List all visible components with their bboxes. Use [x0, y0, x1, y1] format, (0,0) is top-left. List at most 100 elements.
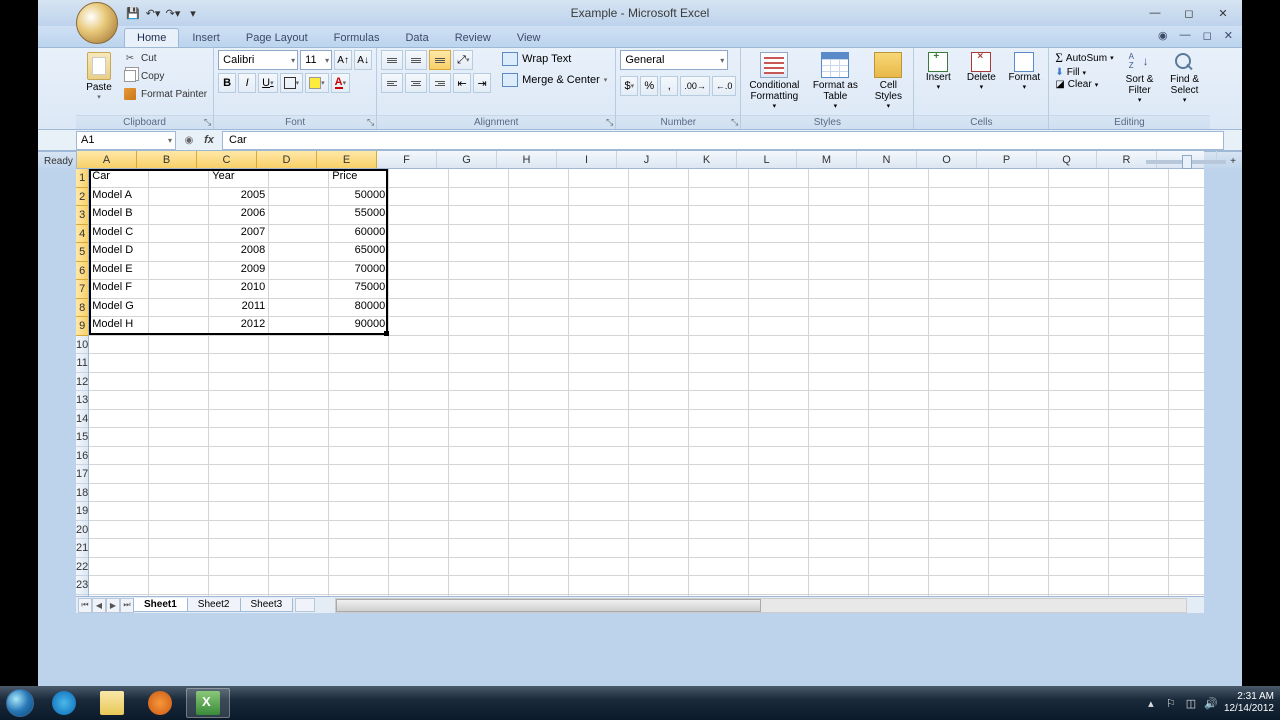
column-header-G[interactable]: G — [437, 151, 497, 168]
cell-E15[interactable] — [329, 428, 389, 447]
sheet-last-button[interactable]: ⏭ — [120, 598, 134, 613]
cell-F21[interactable] — [389, 539, 449, 558]
cell-O4[interactable] — [929, 225, 989, 244]
cell-B7[interactable] — [149, 280, 209, 299]
cell-B10[interactable] — [149, 336, 209, 355]
cell-R20[interactable] — [1109, 521, 1169, 540]
cell-Q5[interactable] — [1049, 243, 1109, 262]
cell-E13[interactable] — [329, 391, 389, 410]
row-header-17[interactable]: 17 — [76, 465, 88, 484]
cell-I19[interactable] — [569, 502, 629, 521]
cell-O7[interactable] — [929, 280, 989, 299]
cell-R14[interactable] — [1109, 410, 1169, 429]
cell-Q22[interactable] — [1049, 558, 1109, 577]
cell-Q23[interactable] — [1049, 576, 1109, 595]
cell-D8[interactable] — [269, 299, 329, 318]
cell-Q3[interactable] — [1049, 206, 1109, 225]
font-launcher-icon[interactable]: ⤡ — [367, 117, 374, 128]
cell-J13[interactable] — [629, 391, 689, 410]
cell-P3[interactable] — [989, 206, 1049, 225]
cell-F11[interactable] — [389, 354, 449, 373]
cell-R8[interactable] — [1109, 299, 1169, 318]
cell-N7[interactable] — [869, 280, 929, 299]
cell-G12[interactable] — [449, 373, 509, 392]
cell-K14[interactable] — [689, 410, 749, 429]
cell-D13[interactable] — [269, 391, 329, 410]
cell-H22[interactable] — [509, 558, 569, 577]
cell-H1[interactable] — [509, 169, 569, 188]
cell-N3[interactable] — [869, 206, 929, 225]
cell-J1[interactable] — [629, 169, 689, 188]
fill-color-button[interactable] — [305, 73, 329, 93]
cell-L14[interactable] — [749, 410, 809, 429]
cell-F13[interactable] — [389, 391, 449, 410]
orientation-button[interactable]: ⤢ — [453, 50, 473, 70]
cell-G11[interactable] — [449, 354, 509, 373]
cell-M5[interactable] — [809, 243, 869, 262]
row-header-14[interactable]: 14 — [76, 410, 88, 429]
cell-S17[interactable] — [1169, 465, 1204, 484]
sheet-tab-3[interactable]: Sheet3 — [240, 598, 294, 612]
cell-N1[interactable] — [869, 169, 929, 188]
row-header-19[interactable]: 19 — [76, 502, 88, 521]
cell-C22[interactable] — [209, 558, 269, 577]
cell-M4[interactable] — [809, 225, 869, 244]
shrink-font-button[interactable]: A↓ — [354, 50, 372, 70]
cell-F19[interactable] — [389, 502, 449, 521]
cell-Q11[interactable] — [1049, 354, 1109, 373]
cell-L21[interactable] — [749, 539, 809, 558]
cell-P19[interactable] — [989, 502, 1049, 521]
cell-F16[interactable] — [389, 447, 449, 466]
cell-A22[interactable] — [89, 558, 149, 577]
cell-B14[interactable] — [149, 410, 209, 429]
cell-A12[interactable] — [89, 373, 149, 392]
cell-O9[interactable] — [929, 317, 989, 336]
cell-G16[interactable] — [449, 447, 509, 466]
column-header-M[interactable]: M — [797, 151, 857, 168]
cell-N17[interactable] — [869, 465, 929, 484]
cell-G22[interactable] — [449, 558, 509, 577]
cell-M9[interactable] — [809, 317, 869, 336]
cell-O16[interactable] — [929, 447, 989, 466]
cell-R9[interactable] — [1109, 317, 1169, 336]
cell-M12[interactable] — [809, 373, 869, 392]
cell-O17[interactable] — [929, 465, 989, 484]
cell-C6[interactable]: 2009 — [209, 262, 269, 281]
cell-O10[interactable] — [929, 336, 989, 355]
cell-C3[interactable]: 2006 — [209, 206, 269, 225]
taskbar-clock[interactable]: 2:31 AM 12/14/2012 — [1224, 691, 1274, 715]
cell-S20[interactable] — [1169, 521, 1204, 540]
row-header-3[interactable]: 3 — [76, 206, 88, 225]
redo-icon[interactable]: ↷▾ — [164, 4, 182, 22]
cell-H10[interactable] — [509, 336, 569, 355]
cell-J11[interactable] — [629, 354, 689, 373]
cell-D11[interactable] — [269, 354, 329, 373]
cell-M6[interactable] — [809, 262, 869, 281]
cell-E10[interactable] — [329, 336, 389, 355]
cell-O3[interactable] — [929, 206, 989, 225]
cell-A6[interactable]: Model E — [89, 262, 149, 281]
cell-N9[interactable] — [869, 317, 929, 336]
merge-center-button[interactable]: Merge & Center▾ — [498, 71, 611, 89]
cell-I15[interactable] — [569, 428, 629, 447]
cell-F15[interactable] — [389, 428, 449, 447]
cell-L18[interactable] — [749, 484, 809, 503]
cell-N23[interactable] — [869, 576, 929, 595]
cell-N20[interactable] — [869, 521, 929, 540]
cell-G2[interactable] — [449, 188, 509, 207]
cell-I3[interactable] — [569, 206, 629, 225]
cell-F9[interactable] — [389, 317, 449, 336]
cell-D17[interactable] — [269, 465, 329, 484]
cell-E7[interactable]: 75000 — [329, 280, 389, 299]
cell-J10[interactable] — [629, 336, 689, 355]
taskbar-wmp[interactable] — [138, 688, 182, 718]
cell-R6[interactable] — [1109, 262, 1169, 281]
cell-I22[interactable] — [569, 558, 629, 577]
cell-P20[interactable] — [989, 521, 1049, 540]
cell-H9[interactable] — [509, 317, 569, 336]
cell-B15[interactable] — [149, 428, 209, 447]
cell-D15[interactable] — [269, 428, 329, 447]
sort-filter-button[interactable]: Sort & Filter▾ — [1119, 50, 1161, 106]
cell-O11[interactable] — [929, 354, 989, 373]
cell-F23[interactable] — [389, 576, 449, 595]
